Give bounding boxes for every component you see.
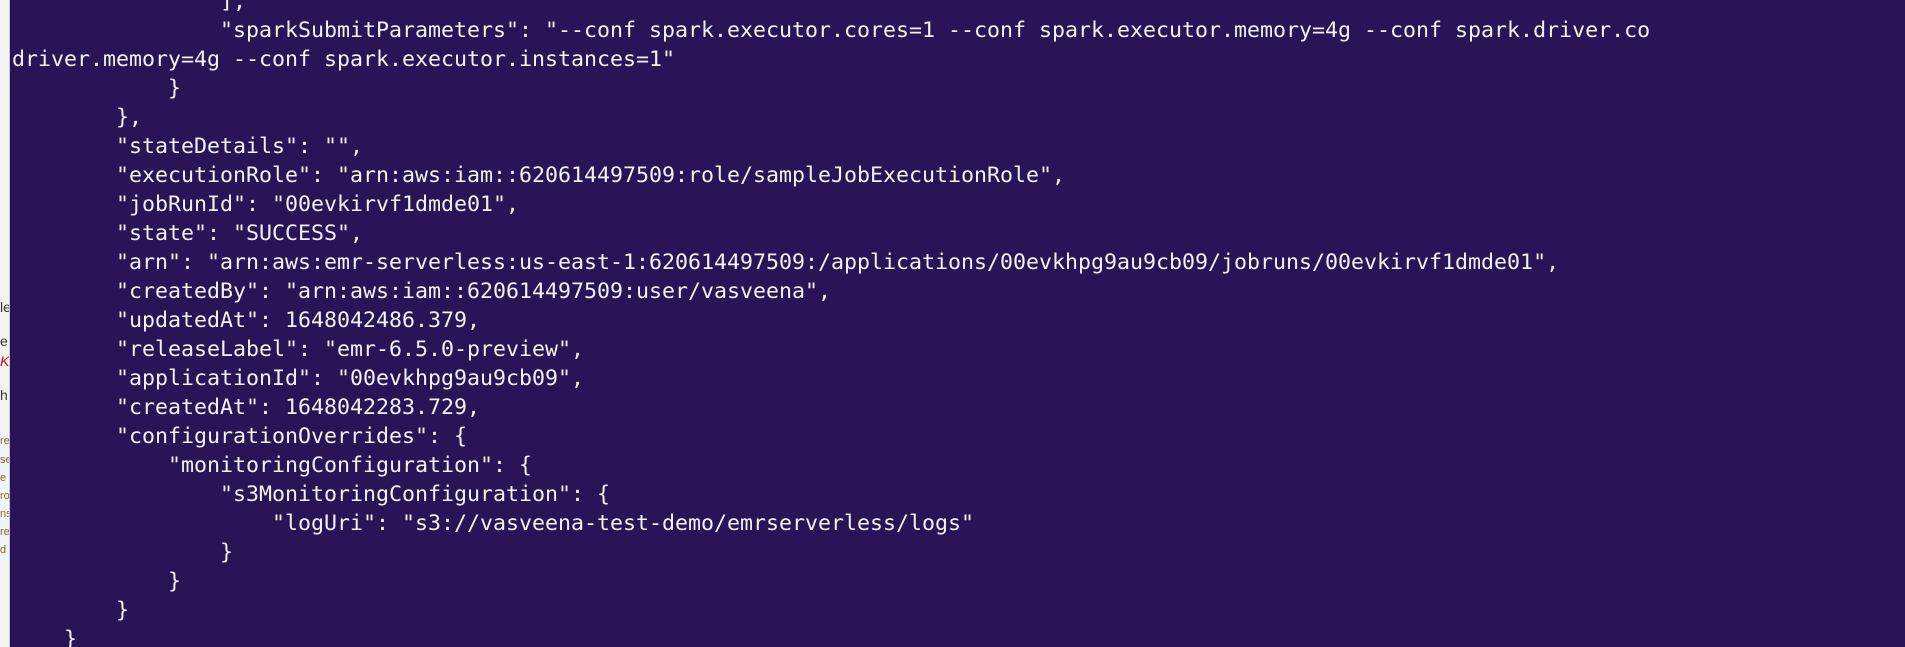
terminal-line: "releaseLabel": "emr-6.5.0-preview",	[12, 337, 585, 362]
background-window-text: d	[0, 544, 7, 556]
background-window-text: ns	[0, 508, 9, 520]
terminal-window[interactable]: ], "sparkSubmitParameters": "--conf spar…	[10, 0, 1905, 647]
terminal-line: }	[12, 76, 182, 101]
terminal-line: "executionRole": "arn:aws:iam::620614497…	[12, 163, 1066, 188]
terminal-line: "createdBy": "arn:aws:iam::620614497509:…	[12, 279, 832, 304]
terminal-line: ],	[12, 0, 247, 14]
terminal-line: driver.memory=4g --conf spark.executor.i…	[12, 47, 676, 72]
background-window-edge[interactable]: le e K h re se e ro ns re d	[0, 0, 10, 647]
background-window-text: se	[0, 454, 9, 466]
background-window-text: K	[0, 353, 10, 369]
background-window-text: h	[0, 387, 8, 403]
terminal-line: },	[12, 105, 143, 130]
terminal-line: "logUri": "s3://vasveena-test-demo/emrse…	[12, 511, 975, 536]
terminal-line: }	[12, 598, 130, 623]
terminal-line: }	[12, 569, 182, 594]
terminal-line: "monitoringConfiguration": {	[12, 453, 533, 478]
terminal-line: "s3MonitoringConfiguration": {	[12, 482, 611, 507]
background-window-text: re	[0, 526, 10, 538]
background-window-text: e	[0, 333, 8, 349]
terminal-line: "jobRunId": "00evkirvf1dmde01",	[12, 192, 520, 217]
background-window-text: e	[0, 472, 7, 484]
terminal-line: "configurationOverrides": {	[12, 424, 468, 449]
terminal-line: }	[12, 627, 78, 647]
terminal-line: "sparkSubmitParameters": "--conf spark.e…	[12, 18, 1651, 43]
screen: le e K h re se e ro ns re d ], "sparkSub…	[0, 0, 1905, 647]
background-window-text: ro	[0, 490, 10, 502]
terminal-line: "createdAt": 1648042283.729,	[12, 395, 481, 420]
terminal-line: "arn": "arn:aws:emr-serverless:us-east-1…	[12, 250, 1560, 275]
terminal-line: "applicationId": "00evkhpg9au9cb09",	[12, 366, 585, 391]
terminal-line: "stateDetails": "",	[12, 134, 364, 159]
terminal-line: "updatedAt": 1648042486.379,	[12, 308, 481, 333]
terminal-output[interactable]: ], "sparkSubmitParameters": "--conf spar…	[12, 0, 1650, 647]
terminal-line: "state": "SUCCESS",	[12, 221, 364, 246]
background-window-text: le	[0, 299, 10, 315]
background-window-text: re	[0, 435, 10, 447]
terminal-line: }	[12, 540, 234, 565]
